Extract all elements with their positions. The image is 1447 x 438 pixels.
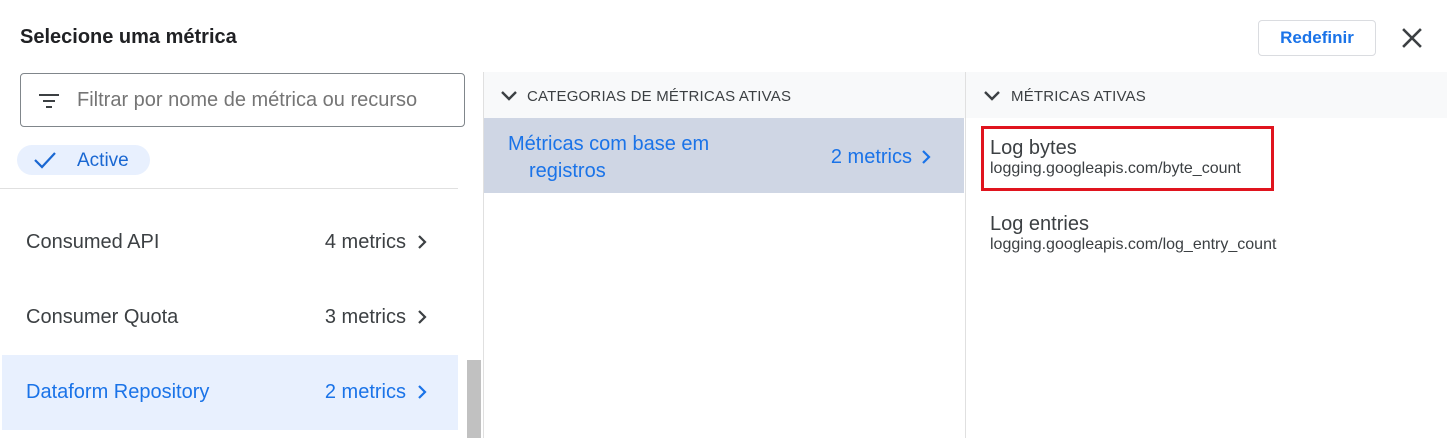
dialog-title: Selecione uma métrica: [20, 26, 237, 48]
dialog-header: Selecione uma métrica Redefinir: [0, 0, 1447, 72]
metric-header-label: MÉTRICAS ATIVAS: [1011, 88, 1146, 105]
resource-item-consumed-api[interactable]: Consumed API 4 metrics: [2, 205, 458, 280]
close-icon[interactable]: [1398, 24, 1426, 52]
metric-name: Log entries: [990, 213, 1089, 235]
resource-name: Consumed API: [26, 231, 160, 253]
filter-box[interactable]: [20, 73, 465, 127]
scrollbar-thumb[interactable]: [467, 360, 481, 438]
resource-count: 4 metrics: [324, 231, 406, 253]
chevron-right-icon: [416, 383, 428, 401]
category-header[interactable]: CATEGORIAS DE MÉTRICAS ATIVAS: [484, 72, 965, 118]
metric-selector-dialog: Selecione uma métrica Redefinir Filtrar …: [0, 0, 1447, 438]
metric-header[interactable]: MÉTRICAS ATIVAS: [966, 72, 1447, 118]
category-count: 2 metrics: [830, 146, 912, 168]
resource-name: Consumer Quota: [26, 306, 179, 328]
metric-id: logging.googleapis.com/log_entry_count: [990, 236, 1277, 253]
resource-count: 2 metrics: [324, 381, 406, 403]
chevron-right-icon: [416, 233, 428, 251]
chevron-down-icon: [500, 89, 518, 101]
category-pane: CATEGORIAS DE MÉTRICAS ATIVAS Métricas c…: [484, 72, 965, 438]
resource-item-consumer-quota[interactable]: Consumer Quota 3 metrics: [2, 280, 458, 355]
divider: [0, 188, 458, 189]
active-filter-chip[interactable]: Active: [17, 145, 150, 175]
filter-list-icon: [38, 91, 60, 111]
metric-item-log-entries[interactable]: Log entries logging.googleapis.com/log_e…: [990, 213, 1276, 255]
chevron-right-icon: [920, 148, 932, 166]
reset-button[interactable]: Redefinir: [1258, 20, 1376, 56]
filter-input[interactable]: [77, 89, 457, 112]
check-icon: [33, 151, 57, 169]
resource-item-dataform-repository[interactable]: Dataform Repository 2 metrics: [2, 355, 458, 430]
category-header-label: CATEGORIAS DE MÉTRICAS ATIVAS: [527, 88, 792, 105]
category-item-log-based[interactable]: Métricas com base em registros 2 metrics: [484, 118, 964, 193]
resource-count: 3 metrics: [324, 306, 406, 328]
chevron-right-icon: [416, 308, 428, 326]
resource-pane: Active Consumed API 4 metrics Consumer Q…: [0, 72, 483, 438]
resource-name: Dataform Repository: [26, 381, 210, 403]
chip-label: Active: [77, 150, 129, 171]
category-name-continued: registros: [529, 160, 606, 182]
category-name: Métricas com base em: [508, 133, 710, 155]
chevron-down-icon: [983, 89, 1001, 101]
highlight-annotation: [981, 126, 1274, 191]
